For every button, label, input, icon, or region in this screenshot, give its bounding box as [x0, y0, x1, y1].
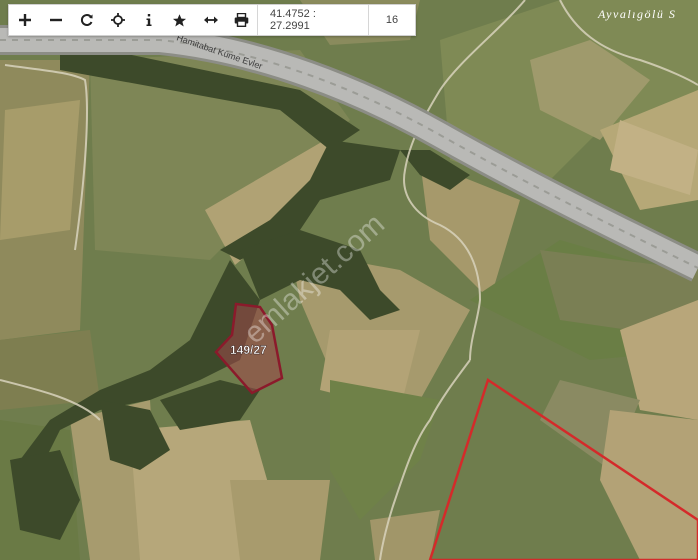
- measure-distance-icon: [203, 16, 218, 24]
- measure-distance-button[interactable]: [195, 5, 226, 35]
- favorite-button[interactable]: [164, 5, 195, 35]
- locate-button[interactable]: [102, 5, 133, 35]
- refresh-icon: [80, 14, 92, 26]
- locate-icon: [110, 13, 125, 27]
- satellite-map[interactable]: 149/27 Hamitabat Küme Evler Ayvalıgölü S…: [0, 0, 698, 560]
- zoom-out-button[interactable]: [40, 5, 71, 35]
- place-label: Ayvalıgölü S: [597, 7, 676, 21]
- coordinates-readout: 41.4752 : 27.2991: [257, 5, 368, 35]
- info-button[interactable]: [133, 5, 164, 35]
- zoom-in-icon: [18, 14, 31, 26]
- favorite-star-icon: [172, 13, 187, 26]
- zoom-in-button[interactable]: [9, 5, 40, 35]
- print-icon: [234, 13, 249, 27]
- zoom-out-icon: [49, 18, 62, 22]
- zoom-level-readout: 16: [368, 5, 415, 35]
- print-button[interactable]: [226, 5, 257, 35]
- map-toolbar: 41.4752 : 27.2991 16: [8, 4, 416, 36]
- refresh-button[interactable]: [71, 5, 102, 35]
- info-icon: [146, 14, 151, 26]
